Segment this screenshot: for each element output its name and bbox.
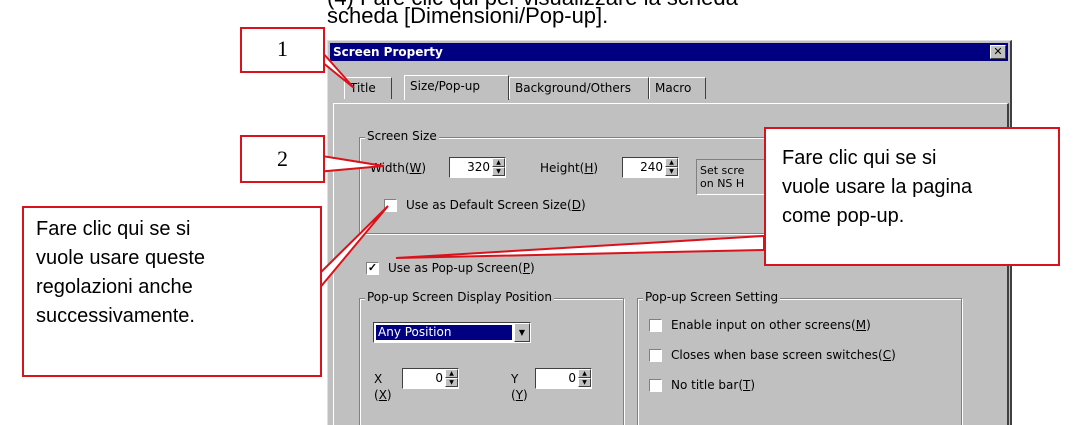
no-title-bar-label: No title bar(T): [671, 378, 756, 392]
spin-up-icon[interactable]: ▲: [492, 158, 505, 167]
height-label: Height(H): [540, 161, 599, 175]
closes-on-switch-checkbox[interactable]: [649, 349, 662, 362]
tab-title[interactable]: Title: [344, 77, 392, 99]
spin-down-icon[interactable]: ▼: [492, 167, 505, 176]
display-position-group-label: Pop-up Screen Display Position: [365, 290, 554, 304]
tab-macro-label: Macro: [655, 81, 692, 95]
y-spinner[interactable]: 0 ▲ ▼: [535, 368, 592, 389]
callout-number-1: 1: [240, 27, 325, 73]
closes-on-switch-label: Closes when base screen switches(C): [671, 348, 896, 362]
height-value: 240: [640, 160, 663, 174]
display-position-group: [359, 298, 624, 425]
close-button[interactable]: ✕: [990, 45, 1006, 59]
spin-up-icon[interactable]: ▲: [578, 369, 591, 378]
popup-screen-label: Use as Pop-up Screen(P): [388, 261, 535, 275]
default-size-checkbox[interactable]: [384, 199, 397, 212]
width-value: 320: [467, 160, 490, 174]
dialog-title: Screen Property: [333, 45, 443, 59]
popup-setting-group-label: Pop-up Screen Setting: [643, 290, 781, 304]
callout-number-2: 2: [240, 135, 325, 183]
callout-note-right: Fare clic qui se si vuole usare la pagin…: [764, 127, 1060, 266]
tab-macro[interactable]: Macro: [649, 77, 706, 99]
display-position-value: Any Position: [375, 324, 513, 341]
y-label: Y: [511, 372, 519, 386]
checkmark-icon: ✓: [367, 262, 378, 274]
tab-title-label: Title: [350, 81, 376, 95]
enable-input-checkbox[interactable]: [649, 319, 662, 332]
no-title-bar-checkbox[interactable]: [649, 379, 662, 392]
spin-up-icon[interactable]: ▲: [445, 369, 458, 378]
x-value: 0: [435, 371, 443, 385]
x-spinner[interactable]: 0 ▲ ▼: [402, 368, 459, 389]
default-size-label: Use as Default Screen Size(D): [406, 198, 586, 212]
spin-down-icon[interactable]: ▼: [578, 378, 591, 387]
display-position-select[interactable]: Any Position ▼: [373, 322, 531, 343]
close-icon: ✕: [993, 45, 1003, 58]
y-key-label: (Y): [511, 388, 528, 402]
spin-up-icon[interactable]: ▲: [665, 158, 678, 167]
tab-background-others[interactable]: Background/Others: [509, 77, 649, 99]
height-spinner[interactable]: 240 ▲ ▼: [622, 157, 679, 178]
spin-down-icon[interactable]: ▼: [445, 378, 458, 387]
chevron-down-icon[interactable]: ▼: [514, 323, 530, 342]
width-spinner[interactable]: 320 ▲ ▼: [449, 157, 506, 178]
dialog-titlebar: Screen Property ✕: [330, 43, 1008, 61]
width-label: Width(W): [370, 161, 427, 175]
tab-size-popup[interactable]: Size/Pop-up: [404, 75, 509, 100]
x-label: X: [374, 372, 383, 386]
spin-down-icon[interactable]: ▼: [665, 167, 678, 176]
y-value: 0: [568, 371, 576, 385]
popup-screen-checkbox[interactable]: ✓: [366, 262, 379, 275]
document-text-line2: scheda [Dimensioni/Pop-up].: [327, 3, 609, 28]
x-key-label: (X): [374, 388, 392, 402]
tab-background-others-label: Background/Others: [515, 81, 631, 95]
screen-size-group-label: Screen Size: [365, 129, 439, 143]
callout-note-left: Fare clic qui se si vuole usare queste r…: [22, 206, 322, 377]
tab-size-popup-label: Size/Pop-up: [410, 79, 480, 93]
enable-input-label: Enable input on other screens(M): [671, 318, 871, 332]
